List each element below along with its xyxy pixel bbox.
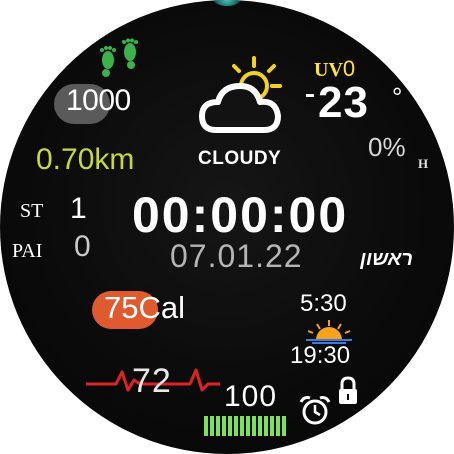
battery-bars [204, 416, 286, 436]
humidity-value[interactable]: 0% [368, 132, 406, 163]
pai-label: PAI [12, 240, 43, 262]
calories-value[interactable]: 75Cal [104, 290, 185, 326]
battery-segment [276, 416, 280, 436]
humidity-label: H [418, 156, 429, 171]
watch-face: 1000 0.70km CLOUDY UV0 23 ° 0% H ST 1 PA… [0, 0, 454, 454]
battery-segment [264, 416, 268, 436]
date-value[interactable]: 07.01.22 [170, 238, 303, 275]
battery-segment [240, 416, 244, 436]
stand-label: ST [20, 200, 44, 222]
lock-icon[interactable] [336, 376, 360, 406]
battery-segment [252, 416, 256, 436]
battery-segment [210, 416, 214, 436]
sunset-icon [306, 320, 352, 344]
cloud-sun-icon[interactable] [196, 56, 292, 138]
digital-time[interactable]: 00:00:00 [132, 186, 348, 244]
battery-segment [246, 416, 250, 436]
weekday-label: ראשון [360, 248, 413, 270]
battery-value[interactable]: 100 [224, 380, 277, 414]
temperature-dash [306, 94, 314, 97]
heart-rate-value[interactable]: 72 [132, 362, 172, 401]
distance-value[interactable]: 0.70km [36, 143, 134, 177]
battery-segment [204, 416, 208, 436]
weather-condition: CLOUDY [198, 148, 282, 169]
top-indicator [212, 0, 242, 6]
sunrise-time[interactable]: 5:30 [300, 290, 347, 318]
battery-segment [222, 416, 226, 436]
battery-segment [282, 416, 286, 436]
steps-value[interactable]: 1000 [66, 84, 131, 118]
battery-segment [234, 416, 238, 436]
stand-value[interactable]: 1 [70, 192, 87, 226]
footprints-icon[interactable] [96, 38, 148, 78]
alarm-clock-icon[interactable] [298, 394, 332, 426]
temperature-value[interactable]: 23 [318, 78, 369, 128]
sunset-time[interactable]: 19:30 [290, 342, 350, 370]
degree-symbol: ° [392, 82, 403, 112]
battery-segment [216, 416, 220, 436]
battery-segment [228, 416, 232, 436]
battery-segment [270, 416, 274, 436]
pai-value[interactable]: 0 [74, 230, 91, 264]
battery-segment [258, 416, 262, 436]
